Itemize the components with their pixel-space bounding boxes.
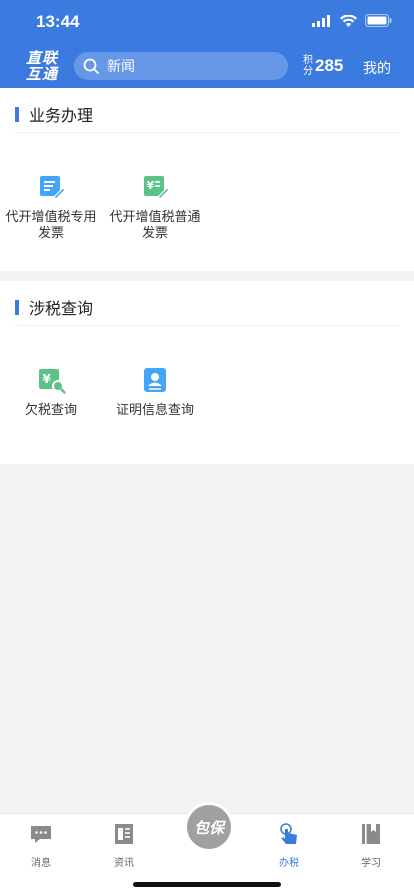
tax-query-icon: ¥ xyxy=(36,365,66,395)
divider xyxy=(15,132,399,133)
baobao-label: 包保 xyxy=(187,805,231,849)
tab-label: 学习 xyxy=(361,858,381,869)
svg-text:¥: ¥ xyxy=(147,179,155,192)
points-label: 积分 xyxy=(303,55,313,77)
tab-news[interactable]: 资讯 xyxy=(94,822,154,869)
tab-messages[interactable]: 消息 xyxy=(11,822,71,869)
certificate-query-icon xyxy=(140,365,170,395)
logo-line-2: 互通 xyxy=(25,65,58,83)
status-time: 13:44 xyxy=(36,12,80,31)
section-business: 业务办理 代开增值税专用发票 ¥ 代开增值税普通发票 xyxy=(0,88,414,271)
logo-line-1: 直联 xyxy=(25,49,58,67)
tab-study[interactable]: 学习 xyxy=(341,822,401,869)
section-header: 业务办理 xyxy=(15,102,93,126)
wifi-icon xyxy=(340,14,357,27)
status-icons xyxy=(312,14,392,27)
signal-icon xyxy=(312,14,330,27)
section-accent-bar xyxy=(15,106,19,122)
tab-label: 资讯 xyxy=(114,858,134,869)
tile-label: 代开增值税普通发票 xyxy=(109,210,201,241)
points-display[interactable]: 积分 285 xyxy=(303,55,343,77)
battery-icon xyxy=(365,14,392,27)
tab-label: 办税 xyxy=(279,858,299,869)
divider xyxy=(15,325,399,326)
invoice-special-icon xyxy=(36,172,66,202)
tile-label: 代开增值税专用发票 xyxy=(5,210,97,241)
message-icon xyxy=(31,826,51,843)
baobao-button[interactable]: 包保 xyxy=(184,802,234,852)
mine-link[interactable]: 我的 xyxy=(363,58,391,78)
tile-special-invoice[interactable]: 代开增值税专用发票 xyxy=(3,172,99,242)
section-header: 涉税查询 xyxy=(15,295,93,319)
status-bar: 13:44 xyxy=(0,0,414,44)
tab-label: 消息 xyxy=(31,858,51,869)
section-title: 业务办理 xyxy=(29,106,94,125)
news-icon xyxy=(115,824,133,844)
search-bar[interactable]: 新闻 xyxy=(74,52,288,80)
points-value: 285 xyxy=(315,56,344,75)
section-title: 涉税查询 xyxy=(29,299,94,318)
tap-icon xyxy=(280,823,297,844)
section-tax-query: 涉税查询 ¥ 欠税查询 证明信息查询 xyxy=(0,281,414,464)
tile-general-invoice[interactable]: ¥ 代开增值税普通发票 xyxy=(107,172,203,242)
app-logo[interactable]: 直联 互通 xyxy=(22,50,62,82)
tile-certificate-query[interactable]: 证明信息查询 xyxy=(107,365,203,419)
app-header: 13:44 直联 互通 新闻 积分 285 我的 xyxy=(0,0,414,88)
search-icon xyxy=(83,58,99,74)
tile-label: 欠税查询 xyxy=(24,403,77,418)
svg-text:¥: ¥ xyxy=(43,372,52,386)
tile-tax-arrears-query[interactable]: ¥ 欠税查询 xyxy=(3,365,99,419)
search-placeholder: 新闻 xyxy=(107,59,135,75)
home-indicator xyxy=(133,882,281,887)
section-accent-bar xyxy=(15,299,19,315)
book-icon xyxy=(362,824,380,844)
tile-label: 证明信息查询 xyxy=(115,403,194,418)
tab-tax[interactable]: 办税 xyxy=(259,822,319,869)
invoice-general-icon: ¥ xyxy=(140,172,170,202)
